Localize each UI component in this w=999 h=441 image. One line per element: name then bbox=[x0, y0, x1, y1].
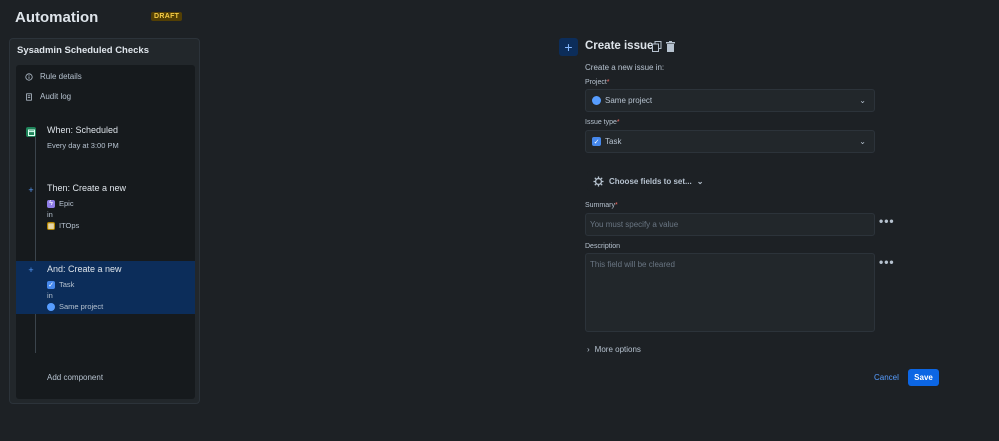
required-asterisk: * bbox=[616, 119, 620, 126]
epic-icon: ϟ bbox=[47, 199, 55, 208]
choose-fields-label: Choose fields to set... bbox=[609, 176, 692, 186]
component-detail-in: in bbox=[47, 291, 53, 300]
component-title: And: Create a new bbox=[47, 264, 122, 274]
component-detail-project: ▦ ITOps bbox=[47, 221, 80, 230]
rule-name: Sysadmin Scheduled Checks bbox=[17, 45, 149, 56]
project-avatar-icon: ▦ bbox=[47, 221, 55, 230]
required-asterisk: * bbox=[606, 79, 610, 86]
chevron-right-icon: › bbox=[587, 345, 590, 354]
task-checkbox-icon: ✓ bbox=[47, 280, 55, 289]
choose-fields-button[interactable]: Choose fields to set... ⌄ bbox=[587, 171, 710, 191]
trash-icon[interactable] bbox=[666, 41, 675, 52]
component-detail-issue-type: ✓ Task bbox=[47, 280, 75, 289]
audit-log-label: Audit log bbox=[40, 92, 72, 101]
plus-icon: + bbox=[28, 185, 34, 195]
draft-badge: DRAFT bbox=[151, 12, 183, 21]
summary-input[interactable]: You must specify a value bbox=[585, 213, 875, 236]
project-value: Same project bbox=[605, 96, 653, 105]
globe-icon bbox=[592, 96, 601, 105]
chevron-down-icon: ⌄ bbox=[696, 176, 704, 186]
component-action-create-epic[interactable]: + Then: Create a new ϟ Epic in ▦ ITOps bbox=[16, 181, 195, 235]
audit-log-link[interactable]: Audit log bbox=[25, 92, 71, 101]
component-trigger-scheduled[interactable]: When: Scheduled Every day at 3:00 PM bbox=[16, 123, 195, 163]
component-detail-project: Same project bbox=[47, 302, 103, 311]
description-label: Description bbox=[585, 243, 621, 250]
component-title: When: Scheduled bbox=[47, 125, 119, 135]
component-detail-issue-type: ϟ Epic bbox=[47, 199, 74, 208]
timeline-line bbox=[35, 137, 36, 353]
component-title: Then: Create a new bbox=[47, 183, 127, 193]
info-icon bbox=[25, 72, 33, 81]
more-options-toggle[interactable]: › More options bbox=[587, 345, 641, 354]
plus-icon: + bbox=[564, 39, 573, 55]
description-textarea[interactable]: This field will be cleared bbox=[585, 253, 875, 332]
cancel-button[interactable]: Cancel bbox=[869, 370, 904, 385]
summary-label: Summary* bbox=[585, 202, 618, 209]
globe-icon bbox=[47, 302, 55, 311]
form-title: Create issue bbox=[585, 40, 654, 52]
summary-more-icon[interactable]: ••• bbox=[879, 214, 895, 228]
issue-type-select[interactable]: ✓ Task ⌄ bbox=[585, 130, 875, 153]
chevron-down-icon: ⌄ bbox=[859, 96, 866, 105]
required-asterisk: * bbox=[614, 202, 618, 209]
issue-type-value: Task bbox=[605, 137, 622, 146]
calendar-icon bbox=[26, 127, 36, 137]
component-action-create-task[interactable]: + And: Create a new ✓ Task in Same proje… bbox=[16, 261, 195, 314]
component-detail: Every day at 3:00 PM bbox=[47, 141, 119, 150]
task-checkbox-icon: ✓ bbox=[592, 137, 601, 146]
rule-sidebar: Sysadmin Scheduled Checks Rule details A… bbox=[9, 38, 200, 404]
component-detail-in: in bbox=[47, 210, 53, 219]
project-select[interactable]: Same project ⌄ bbox=[585, 89, 875, 112]
more-options-label: More options bbox=[594, 345, 641, 354]
audit-log-icon bbox=[26, 92, 32, 101]
gear-icon bbox=[593, 175, 604, 187]
rule-details-label: Rule details bbox=[40, 72, 82, 81]
page-title: Automation bbox=[15, 9, 99, 26]
save-button[interactable]: Save bbox=[908, 369, 939, 386]
plus-icon: + bbox=[28, 265, 34, 275]
copy-icon[interactable] bbox=[652, 41, 662, 52]
issue-type-label: Issue type* bbox=[585, 119, 620, 126]
rule-details-link[interactable]: Rule details bbox=[25, 72, 82, 81]
add-action-button[interactable]: + bbox=[559, 38, 578, 56]
add-component-link[interactable]: Add component bbox=[47, 373, 103, 382]
project-label: Project* bbox=[585, 79, 610, 86]
rule-components-panel: Rule details Audit log When: Scheduled E… bbox=[16, 65, 195, 399]
form-subtitle: Create a new issue in: bbox=[585, 63, 665, 72]
description-more-icon[interactable]: ••• bbox=[879, 255, 895, 269]
chevron-down-icon: ⌄ bbox=[859, 137, 866, 146]
